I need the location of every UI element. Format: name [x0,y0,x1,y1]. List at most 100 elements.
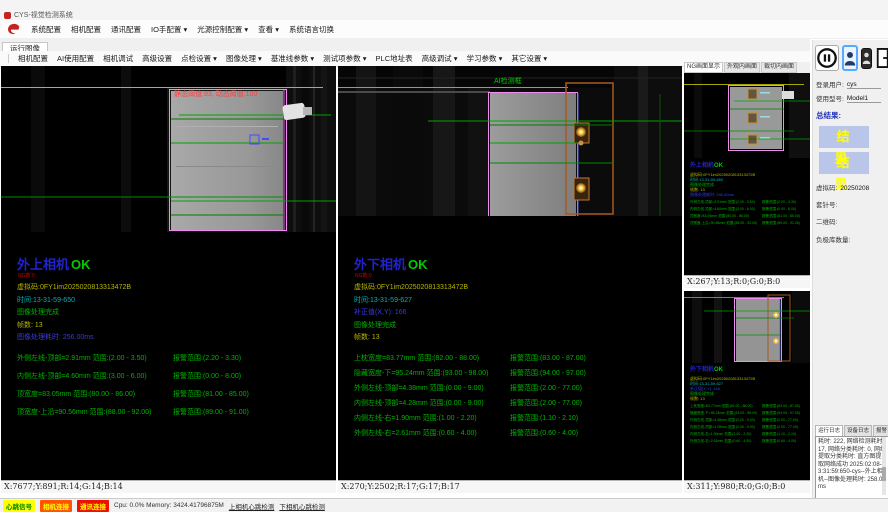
ai-box-label: AI检测框 [494,76,522,85]
user-dark-icon [862,50,871,66]
pause-icon [816,47,838,69]
app-icon [4,12,11,19]
virtual-code-value: 20250208 [840,185,869,192]
preview-tab-strip: NG画面显示 外观内画面 裁切内画面 [684,62,810,73]
tool-camera-debug[interactable]: 相机调试 [103,53,133,64]
tool-test-params[interactable]: 测试项参数 ▾ [323,53,366,64]
alarm-range: 报警范围:(94.00 - 97.00) [762,411,800,416]
exit-button[interactable] [875,46,888,70]
result-block-bottom: 结 果 [819,152,869,174]
log-scrollbar-thumb[interactable] [882,467,886,481]
alarm-range: 报警范围:(83.00 - 87.00) [510,353,586,363]
measurement-value: 上枕宽度=83.77mm 范围:(82.00 - 88.00) [690,404,753,409]
alarm-range: 报警范围:(81.00 - 85.00) [762,214,800,219]
tool-spot-check[interactable]: 点检设置 ▾ [181,53,217,64]
menu-item-camera-config[interactable]: 相机配置 [71,24,101,35]
left-camera-image[interactable]: 静态阈值:93, 动态阈值:100 [1,66,336,232]
tool-other-settings[interactable]: 其它设置 ▾ [511,53,547,64]
tool-camera-config[interactable]: 相机配置 [18,53,48,64]
menu-item-comm-config[interactable]: 通讯配置 [111,24,141,35]
alarm-range: 报警范围:(0.00 - 8.00) [762,207,796,212]
tool-ai-config[interactable]: AI使用配置 [57,53,94,64]
tool-image-processing[interactable]: 图像处理 ▾ [226,53,262,64]
measurement-row: 上枕宽度=83.77mm 范围:(82.00 - 88.00) 报警范围:(83… [338,353,682,368]
result-ok: OK [714,367,723,373]
mid-pixel-coordinates: X:270;Y:2502;R:17;G:17;B:17 [338,480,682,493]
pause-button[interactable] [815,45,839,71]
menu-item-light-config[interactable]: 光源控制配置 ▾ [197,24,248,35]
preview-panel-bottom: 外下相机OK 虚拟码:0FY1im2025020813313472B 时间:13… [684,291,810,493]
model-label: 使用型号: [816,93,844,103]
menu-item-view[interactable]: 查看 ▾ [258,24,279,35]
menu-item-language-switch[interactable]: 系统语言切换 [289,24,334,35]
preview-top-info: 外上相机OK 虚拟码:0FY1im2025020813313472B 时间:13… [690,163,809,228]
lower-camera-heartbeat-link[interactable]: 下相机心跳检测 [279,501,325,511]
measurement-value: 上枕宽度=83.77mm 范围:(82.00 - 88.00) [354,353,479,363]
elapsed-line: 图像处理耗时: 256.00ms [690,192,809,197]
preview-bottom-image[interactable] [684,291,810,363]
alarm-range: 报警范围:(2.20 - 3.30) [173,353,241,363]
log-output[interactable]: 耗时: 222, 网络检测耗时: 17, 网络分类耗时: 0, 网络提取分类耗时… [815,436,888,502]
time-line: 时间:13-31-59-650 [17,297,336,304]
log-scrollbar[interactable] [882,437,886,495]
measurement-value: 内侧左线-右=1.90mm 范围:(1.00 - 2.20) [690,432,751,437]
toolbar-separator [8,54,9,63]
tool-baseline-params[interactable]: 基准线参数 ▾ [271,53,314,64]
correction-line: 补正值(X,Y): 166 [354,309,682,316]
measurement-value: 顶宽度=83.05mm 范围:(80.00 - 86.00) [690,214,749,219]
tool-advanced-settings[interactable]: 高级设置 [142,53,172,64]
mid-camera-title: 外下相机OK NG数:0 [354,258,682,272]
preview-top-image[interactable] [684,73,810,158]
measurement-value: 外侧左线-顶部=4.38mm 范围:(0.00 - 9.00) [690,418,755,423]
measurement-row: 外侧左线-顶部=4.38mm 范围:(0.00 - 9.00) 报警范围:(2.… [338,383,682,398]
measurement-row: 隐藏宽度-下=95.24mm 范围:(93.00 - 98.00) 报警范围:(… [338,368,682,383]
measurement-value: 内侧左线-右=1.90mm 范围:(1.00 - 2.20) [354,413,477,423]
user-icon [844,48,856,68]
left-result-info: 外上相机OK NG数:0 虚拟码:0FY1im2025020813313472B… [1,258,336,425]
measurement-value: 外侧左线-右=2.61mm 范围:(0.60 - 4.00) [354,428,477,438]
measurement-value: 顶宽度-上沿=90.56mm 范围:(88.00 - 92.00) [17,407,151,417]
frames-line: 帧数: 13 [354,334,682,341]
operator-mode-button[interactable] [861,48,872,69]
login-user-value[interactable]: cys [847,81,881,89]
mid-camera-panel: AI检测框 外下相机OK NG数:0 虚拟码:0FY1im20250208133… [338,66,682,493]
preview-tab-crop-view[interactable]: 裁切内画面 [761,62,797,73]
barcode-line: 虚拟码:0FY1im2025020813313472B [354,284,682,291]
measurement-value: 外侧左线-顶部=4.38mm 范围:(0.00 - 9.00) [354,383,484,393]
upper-camera-heartbeat-link[interactable]: 上相机心跳检测 [229,501,275,511]
alarm-range: 报警范围:(0.00 - 8.00) [173,371,241,381]
tool-advanced-debug[interactable]: 高级调试 ▾ [422,53,458,64]
left-measurements: 外侧左线-顶部=2.91mm 范围:(2.00 - 3.50) 报警范围:(2.… [1,353,336,425]
process-status-line: 图像处理完成 [17,309,336,316]
alarm-range: 报警范围:(2.00 - 77.00) [762,418,798,423]
menu-item-io-config[interactable]: IO手配置 ▾ [151,24,187,35]
time-line: 时间:13-31-59-627 [354,297,682,304]
alarm-range: 报警范围:(89.00 - 91.00) [173,407,249,417]
result-ok: OK [71,257,91,272]
menu-item-system-config[interactable]: 系统配置 [31,24,61,35]
window-title: CYS-视觉检测系统 [14,10,73,20]
alarm-range: 报警范围:(94.00 - 97.00) [510,368,586,378]
cpu-memory-status: Cpu: 0.0% Memory: 3424.41796875M [114,502,224,509]
tool-plc-address[interactable]: PLC地址表 [376,53,413,64]
stock-field: 负极库数量: [813,226,888,244]
preview-tab-ng-display[interactable]: NG画面显示 [684,62,723,73]
tool-learning-params[interactable]: 学习参数 ▾ [466,53,502,64]
alarm-range: 报警范围:(0.60 - 4.00) [510,428,578,438]
model-value[interactable]: Model1 [847,95,881,103]
mid-camera-image[interactable]: AI检测框 [338,66,682,216]
ng-info: NG数:0 [355,269,372,283]
preview-tab-outer-view[interactable]: 外观内画面 [724,62,760,73]
login-user-button[interactable] [842,45,858,71]
preview-bottom-coordinates: X:311;Y:980;R:0;G:0;B:0 [684,480,810,493]
frames-line: 帧数: 13 [17,322,336,329]
qr-field: 二维码: [813,209,888,226]
needle-label: 套针号: [816,199,837,209]
measurement-value: 外侧左线-右=2.61mm 范围:(0.60 - 4.00) [690,439,751,444]
measurement-row: 外侧左线-右=2.61mm 范围:(0.60 - 4.00) 报警范围:(0.6… [338,428,682,443]
measurement-value: 内侧左线-顶部=4.28mm 范围:(0.00 - 9.00) [690,425,755,430]
mini-camera-title: 外上相机OK [690,163,809,170]
led-glow [576,183,586,193]
threshold-overlay-text: 静态阈值:93, 动态阈值:100 [174,89,257,98]
left-camera-panel: 静态阈值:93, 动态阈值:100 外上相机OK NG数:0 虚拟码:0FY1i… [1,66,336,493]
